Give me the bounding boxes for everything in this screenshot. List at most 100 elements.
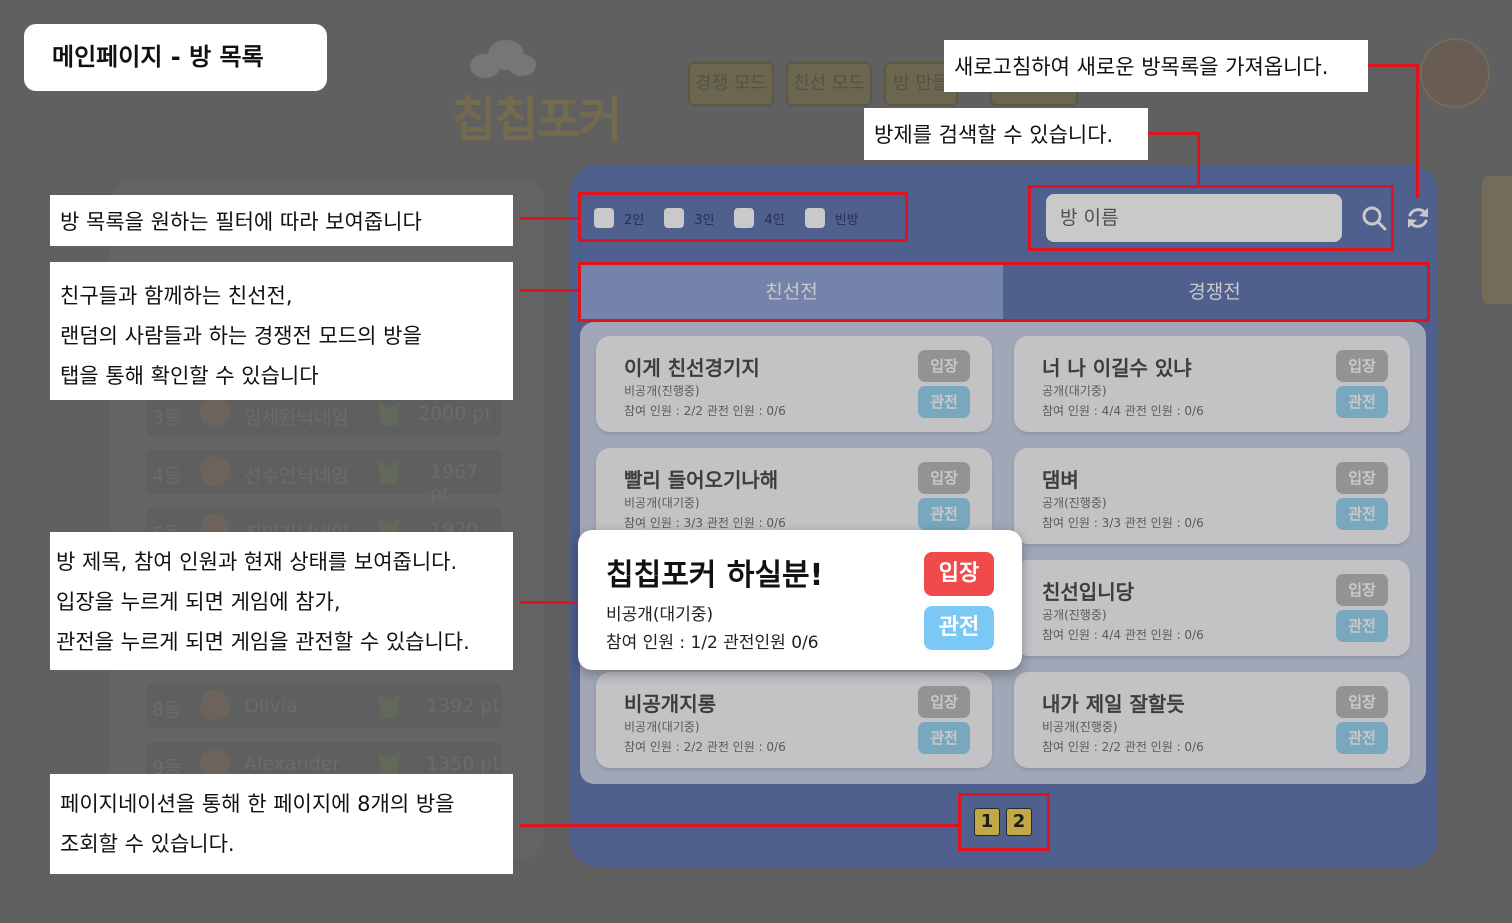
watch-button[interactable]: 관전 xyxy=(1336,722,1388,754)
room-status: 비공개(대기중) xyxy=(624,496,700,510)
note-text: 방 목록을 원하는 필터에 따라 보여줍니다 xyxy=(60,210,422,234)
crown-icon xyxy=(378,460,400,484)
room-title: 너 나 이길수 있냐 xyxy=(1042,356,1192,380)
room-info: 참여 인원 : 1/2 관전인원 0/6 xyxy=(606,633,819,653)
room-info: 참여 인원 : 2/2 관전 인원 : 0/6 xyxy=(624,404,786,418)
crown-icon xyxy=(378,752,400,776)
watch-button[interactable]: 관전 xyxy=(1336,610,1388,642)
enter-button[interactable]: 입장 xyxy=(1336,574,1388,606)
watch-button[interactable]: 관전 xyxy=(924,606,994,650)
rank-name: Alexander xyxy=(244,753,341,775)
room-title: 댐벼 xyxy=(1042,468,1079,492)
enter-button[interactable]: 입장 xyxy=(1336,350,1388,382)
ranking-row: 8등 Olivia 1392 pt xyxy=(146,684,502,728)
search-highlight xyxy=(1028,185,1394,251)
refresh-connector-h xyxy=(1368,64,1418,67)
note-line: 페이지네이션을 통해 한 페이지에 8개의 방을 xyxy=(60,792,455,816)
refresh-note: 새로고침하여 새로운 방목록을 가져옵니다. xyxy=(944,40,1368,92)
watch-button[interactable]: 관전 xyxy=(1336,386,1388,418)
logo-text: 칩칩포커 xyxy=(452,92,623,148)
room-info: 참여 인원 : 2/2 관전 인원 : 0/6 xyxy=(1042,740,1204,754)
note-line: 관전을 누르게 되면 게임을 관전할 수 있습니다. xyxy=(56,630,470,654)
rank-points: 1967 pt xyxy=(430,461,479,505)
featured-room-card[interactable]: 칩칩포커 하실분! 비공개(대기중) 참여 인원 : 1/2 관전인원 0/6 … xyxy=(578,530,1022,670)
crown-icon xyxy=(378,694,400,718)
room-title: 이게 친선경기지 xyxy=(624,356,760,380)
filter-note: 방 목록을 원하는 필터에 따라 보여줍니다 xyxy=(50,195,513,246)
rank-name: 임세원닉네임 xyxy=(244,407,349,429)
room-connector xyxy=(520,601,578,604)
avatar-icon xyxy=(200,690,230,720)
pagination-connector xyxy=(520,824,960,827)
room-status: 비공개(진행중) xyxy=(624,384,700,398)
rank-number: 8등 xyxy=(152,699,182,721)
avatar-icon xyxy=(200,456,230,486)
room-card[interactable]: 비공개지롱 비공개(대기중) 참여 인원 : 2/2 관전 인원 : 0/6 입… xyxy=(596,672,992,768)
room-info: 참여 인원 : 2/2 관전 인원 : 0/6 xyxy=(624,740,786,754)
room-info: 참여 인원 : 4/4 관전 인원 : 0/6 xyxy=(1042,404,1204,418)
room-status: 공개(진행중) xyxy=(1042,496,1107,510)
side-tab[interactable] xyxy=(1482,176,1512,304)
watch-button[interactable]: 관전 xyxy=(918,722,970,754)
watch-button[interactable]: 관전 xyxy=(918,386,970,418)
filter-connector xyxy=(520,217,578,220)
enter-button[interactable]: 입장 xyxy=(924,552,994,596)
enter-button[interactable]: 입장 xyxy=(1336,686,1388,718)
room-info: 참여 인원 : 3/3 관전 인원 : 0/6 xyxy=(1042,516,1204,530)
room-card[interactable]: 내가 제일 잘할듯 비공개(진행중) 참여 인원 : 2/2 관전 인원 : 0… xyxy=(1014,672,1410,768)
room-info: 참여 인원 : 3/3 관전 인원 : 0/6 xyxy=(624,516,786,530)
crown-icon xyxy=(378,402,400,426)
rank-points: 1392 pt xyxy=(426,695,500,717)
pagination-highlight xyxy=(958,793,1050,851)
room-status: 비공개(대기중) xyxy=(606,605,714,625)
room-card[interactable]: 친선입니당 공개(진행중) 참여 인원 : 4/4 관전 인원 : 0/6 입장… xyxy=(1014,560,1410,656)
room-card[interactable]: 너 나 이길수 있냐 공개(대기중) 참여 인원 : 4/4 관전 인원 : 0… xyxy=(1014,336,1410,432)
rank-name: 선수언닉네임 xyxy=(244,465,349,487)
refresh-icon[interactable] xyxy=(1404,204,1432,232)
refresh-connector-v xyxy=(1416,64,1419,198)
room-info: 참여 인원 : 4/4 관전 인원 : 0/6 xyxy=(1042,628,1204,642)
enter-button[interactable]: 입장 xyxy=(918,350,970,382)
note-line: 탭을 통해 확인할 수 있습니다 xyxy=(60,364,319,388)
logo: 칩칩포커 xyxy=(448,40,638,148)
rank-points: 1350 pt xyxy=(426,753,500,775)
rank-number: 3등 xyxy=(152,407,182,429)
pagination-note: 페이지네이션을 통해 한 페이지에 8개의 방을 조회할 수 있습니다. xyxy=(50,774,513,874)
enter-button[interactable]: 입장 xyxy=(1336,462,1388,494)
room-title: 비공개지롱 xyxy=(624,692,716,716)
note-text: 방제를 검색할 수 있습니다. xyxy=(874,123,1114,147)
tabs-connector xyxy=(520,289,580,292)
tabs-note: 친구들과 함께하는 친선전, 랜덤의 사람들과 하는 경쟁전 모드의 방을 탭을… xyxy=(50,262,513,400)
note-text: 새로고침하여 새로운 방목록을 가져옵니다. xyxy=(954,55,1329,79)
watch-button[interactable]: 관전 xyxy=(918,498,970,530)
note-line: 방 제목, 참여 인원과 현재 상태를 보여줍니다. xyxy=(56,550,458,574)
nav-friendly-mode[interactable]: 친선 모드 xyxy=(786,62,872,106)
rank-number: 4등 xyxy=(152,465,182,487)
room-card[interactable]: 댐벼 공개(진행중) 참여 인원 : 3/3 관전 인원 : 0/6 입장 관전 xyxy=(1014,448,1410,544)
search-connector-h xyxy=(1148,132,1200,135)
enter-button[interactable]: 입장 xyxy=(918,462,970,494)
room-status: 공개(대기중) xyxy=(1042,384,1107,398)
room-title: 칩칩포커 하실분! xyxy=(606,558,824,593)
page-title: 메인페이지 - 방 목록 xyxy=(24,24,327,91)
enter-button[interactable]: 입장 xyxy=(918,686,970,718)
nav-competitive-mode[interactable]: 경쟁 모드 xyxy=(688,62,774,106)
room-title: 빨리 들어오기나해 xyxy=(624,468,779,492)
tabs-highlight xyxy=(578,262,1430,322)
search-connector-v xyxy=(1197,132,1200,186)
ranking-row: 4등 선수언닉네임 1967 pt xyxy=(146,450,502,505)
rank-name: Olivia xyxy=(244,695,298,717)
search-note: 방제를 검색할 수 있습니다. xyxy=(864,108,1148,160)
room-note: 방 제목, 참여 인원과 현재 상태를 보여줍니다. 입장을 누르게 되면 게임… xyxy=(50,532,513,670)
avatar[interactable] xyxy=(1420,38,1490,108)
watch-button[interactable]: 관전 xyxy=(1336,498,1388,530)
room-title: 내가 제일 잘할듯 xyxy=(1042,692,1185,716)
filter-highlight xyxy=(578,192,908,242)
note-line: 랜덤의 사람들과 하는 경쟁전 모드의 방을 xyxy=(60,324,422,348)
rank-points: 2000 pt xyxy=(418,403,492,425)
room-status: 공개(진행중) xyxy=(1042,608,1107,622)
room-status: 비공개(진행중) xyxy=(1042,720,1118,734)
note-line: 입장을 누르게 되면 게임에 참가, xyxy=(56,590,341,614)
room-status: 비공개(대기중) xyxy=(624,720,700,734)
room-card[interactable]: 이게 친선경기지 비공개(진행중) 참여 인원 : 2/2 관전 인원 : 0/… xyxy=(596,336,992,432)
